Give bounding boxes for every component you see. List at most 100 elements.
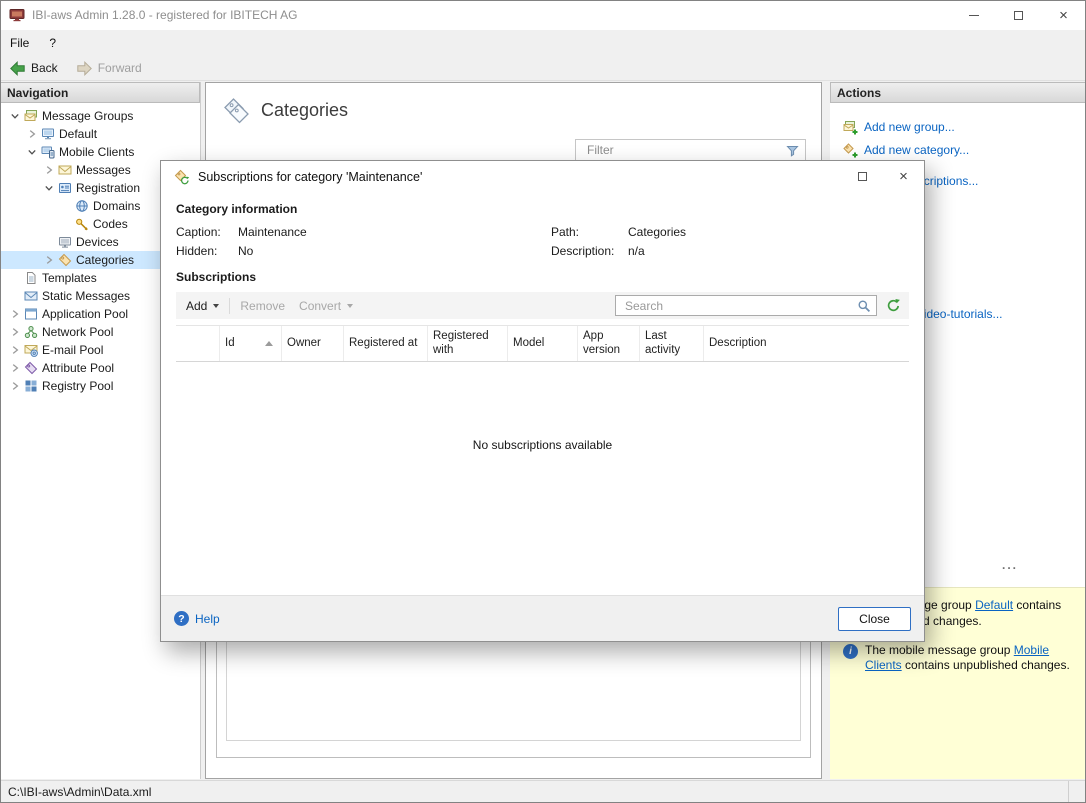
subscriptions-header: Subscriptions <box>176 270 909 284</box>
tree-item-label: Devices <box>76 235 119 249</box>
dialog-footer: ? Help Close <box>161 595 924 641</box>
filter-box <box>575 139 806 161</box>
messages-icon <box>56 163 73 177</box>
add-button-label: Add <box>186 299 207 313</box>
group-default-icon <box>39 127 56 141</box>
app-icon <box>9 7 25 23</box>
column-header-last-activity[interactable]: Last activity <box>640 326 704 361</box>
tree-item-label: Attribute Pool <box>42 361 114 375</box>
dialog-maximize-button[interactable] <box>842 161 883 192</box>
add-group-icon <box>843 120 858 135</box>
search-box <box>615 295 877 316</box>
column-header-model[interactable]: Model <box>508 326 578 361</box>
refresh-button[interactable] <box>886 298 901 313</box>
tree-item-default[interactable]: Default <box>0 125 200 143</box>
column-header-label: Model <box>513 337 544 351</box>
categories-icon <box>222 96 250 124</box>
tree-item-label: Mobile Clients <box>59 145 134 159</box>
help-label: Help <box>195 612 220 626</box>
tree-item-message-groups[interactable]: Message Groups <box>0 107 200 125</box>
window-controls: × <box>951 0 1086 30</box>
column-header-label: Owner <box>287 337 321 351</box>
splitter-grip[interactable]: ... <box>1002 558 1018 572</box>
search-icon[interactable] <box>857 299 871 313</box>
filter-icon[interactable] <box>786 144 799 157</box>
tree-item-label: Registration <box>76 181 140 195</box>
path-value: Categories <box>628 225 686 239</box>
remove-button[interactable]: Remove <box>233 295 292 317</box>
tree-item-label: Messages <box>76 163 131 177</box>
forward-icon <box>76 60 93 77</box>
back-icon <box>9 60 26 77</box>
chevron-down-icon[interactable] <box>42 183 56 193</box>
column-header-id[interactable]: Id <box>220 326 282 361</box>
chevron-down-icon[interactable] <box>25 147 39 157</box>
close-button[interactable]: Close <box>838 607 911 631</box>
filter-input[interactable] <box>576 143 786 157</box>
hidden-value: No <box>238 244 551 258</box>
column-header-registered-with[interactable]: Registered with <box>428 326 508 361</box>
tree-item-label: Network Pool <box>42 325 113 339</box>
notice-text: The mobile message group Mobile Clients … <box>865 643 1076 675</box>
column-header-label: Registered at <box>349 337 417 351</box>
column-header-label: Last activity <box>645 330 698 358</box>
column-header-selector[interactable] <box>176 326 220 361</box>
chevron-down-icon[interactable] <box>8 111 22 121</box>
tree-item-label: Default <box>59 127 97 141</box>
dialog-titlebar[interactable]: Subscriptions for category 'Maintenance'… <box>161 161 924 192</box>
search-input[interactable] <box>616 299 876 313</box>
titlebar[interactable]: IBI-aws Admin 1.28.0 - registered for IB… <box>0 0 1086 30</box>
convert-button-label: Convert <box>299 299 341 313</box>
menu-file[interactable]: File <box>0 30 39 56</box>
forward-button[interactable]: Forward <box>67 56 151 80</box>
column-header-app-version[interactable]: App version <box>578 326 640 361</box>
tree-item-label: E-mail Pool <box>42 343 103 357</box>
main-title-row: Categories <box>206 83 821 124</box>
chevron-right-icon[interactable] <box>8 309 22 319</box>
convert-button[interactable]: Convert <box>292 295 360 317</box>
column-header-registered-at[interactable]: Registered at <box>344 326 428 361</box>
info-row: Hidden: No Description: n/a <box>176 241 909 260</box>
maximize-button[interactable] <box>996 0 1041 30</box>
notice-link[interactable]: Mobile Clients <box>865 643 1049 673</box>
remove-button-label: Remove <box>240 299 285 313</box>
tree-item-label: Registry Pool <box>42 379 113 393</box>
subscriptions-table: Id Owner Registered at Registered with Model… <box>176 325 909 594</box>
toolbar-separator <box>229 298 230 314</box>
close-window-button[interactable]: × <box>1041 0 1086 30</box>
chevron-right-icon[interactable] <box>42 165 56 175</box>
description-label: Description: <box>551 244 628 258</box>
chevron-right-icon[interactable] <box>8 345 22 355</box>
hidden-label: Hidden: <box>176 244 238 258</box>
chevron-right-icon[interactable] <box>25 129 39 139</box>
menu-help[interactable]: ? <box>39 30 66 56</box>
chevron-right-icon[interactable] <box>8 381 22 391</box>
dialog-controls: × <box>842 161 924 192</box>
action-add-new-group[interactable]: Add new group... <box>843 117 1086 137</box>
category-information: Caption: Maintenance Path: Categories Hi… <box>176 222 909 260</box>
email-pool-icon <box>22 343 39 357</box>
help-link[interactable]: ? Help <box>174 611 220 626</box>
column-header-description[interactable]: Description <box>704 326 909 361</box>
minimize-button[interactable] <box>951 0 996 30</box>
categories-icon <box>56 253 73 267</box>
action-label: Add new group... <box>864 120 955 134</box>
action-add-new-category[interactable]: Add new category... <box>843 140 1086 160</box>
column-header-label: Id <box>225 337 235 351</box>
chevron-right-icon[interactable] <box>8 363 22 373</box>
tree-item-mobile-clients[interactable]: Mobile Clients <box>0 143 200 161</box>
notice-link[interactable]: Default <box>975 598 1013 612</box>
back-button[interactable]: Back <box>0 56 67 80</box>
path-label: Path: <box>551 225 628 239</box>
add-button[interactable]: Add <box>179 295 226 317</box>
chevron-right-icon[interactable] <box>42 255 56 265</box>
application-pool-icon <box>22 307 39 321</box>
column-header-owner[interactable]: Owner <box>282 326 344 361</box>
tree-item-label: Codes <box>93 217 128 231</box>
templates-icon <box>22 271 39 285</box>
actions-panel-header: Actions <box>830 82 1086 103</box>
dialog-close-button[interactable]: × <box>883 161 924 192</box>
notice: iThe mobile message group Mobile Clients… <box>843 643 1076 675</box>
tree-item-label: Categories <box>76 253 134 267</box>
chevron-right-icon[interactable] <box>8 327 22 337</box>
